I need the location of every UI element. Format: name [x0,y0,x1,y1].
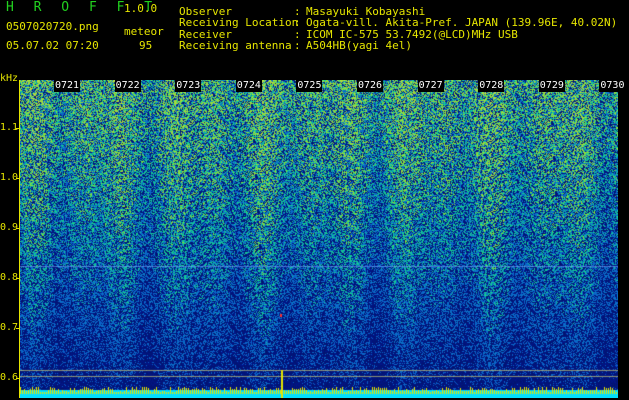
antenna-value: A504HB(yagi 4el) [306,39,412,52]
app-version: 1.0.0 [124,2,158,15]
x-tick-label: 0721 [54,80,81,92]
y-axis-unit: kHz [0,73,19,84]
x-tick-label: 0724 [235,80,262,92]
antenna-colon: : [294,39,301,52]
file-name: 0507020720.png [6,20,99,33]
x-tick-label: 0730 [599,80,626,92]
detection-count: 95 [139,39,153,52]
y-axis-line [19,80,20,398]
header-panel: H R O F F T 1.0.0 0507020720.png meteor … [0,0,629,78]
x-tick-label: 0725 [296,80,323,92]
file-datetime: 05.07.02 07:20 [6,39,99,52]
x-tick-label: 0728 [478,80,505,92]
detection-label: meteor [124,25,164,38]
x-tick-label: 0727 [417,80,444,92]
x-tick-label: 0722 [114,80,141,92]
spectrogram-canvas [20,80,618,398]
antenna-label: Receiving antenna [179,39,292,52]
x-tick-label: 0726 [357,80,384,92]
spectrogram-plot [20,80,618,398]
x-tick-label: 0723 [175,80,202,92]
x-tick-label: 0729 [538,80,565,92]
